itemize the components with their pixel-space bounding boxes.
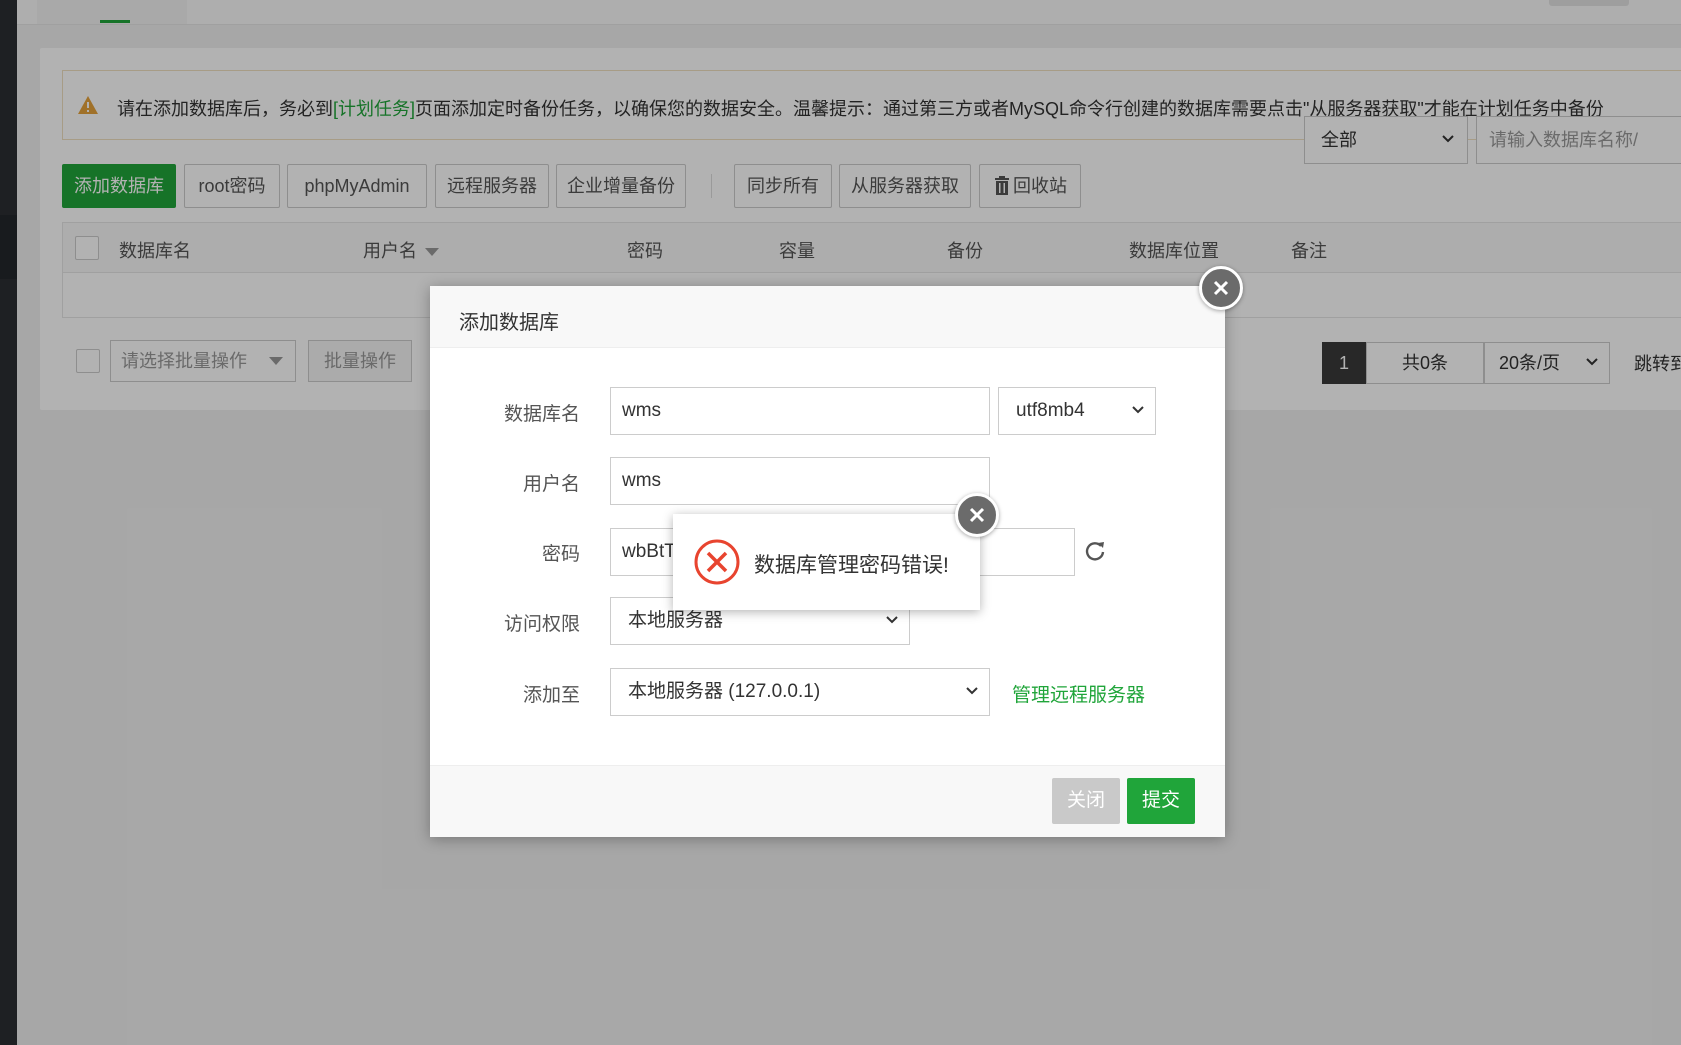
dialog-header: 添加数据库	[430, 286, 1225, 348]
refresh-icon[interactable]	[1084, 540, 1106, 562]
close-button[interactable]: 关闭	[1052, 778, 1120, 824]
access-value: 本地服务器	[628, 610, 724, 631]
error-message: 数据库管理密码错误!	[754, 554, 949, 577]
chevron-down-icon	[966, 687, 978, 695]
db-name-label: 数据库名	[503, 404, 580, 425]
add-to-value: 本地服务器 (127.0.0.1)	[628, 681, 821, 702]
error-toast: 数据库管理密码错误!	[673, 514, 980, 610]
add-to-select[interactable]: 本地服务器 (127.0.0.1)	[610, 668, 990, 716]
password-label: 密码	[541, 544, 580, 565]
error-icon	[694, 539, 740, 585]
toast-close-icon[interactable]	[955, 493, 999, 537]
db-name-input[interactable]: wms	[610, 387, 990, 435]
add-to-label: 添加至	[522, 685, 580, 706]
dialog-title: 添加数据库	[459, 312, 559, 334]
charset-select[interactable]: utf8mb4	[998, 387, 1156, 435]
chevron-down-icon	[1132, 406, 1144, 414]
charset-value: utf8mb4	[1016, 400, 1085, 421]
dialog-footer: 关闭 提交	[430, 765, 1225, 837]
manage-remote-link[interactable]: 管理远程服务器	[1012, 680, 1145, 707]
username-label: 用户名	[522, 474, 580, 495]
submit-button[interactable]: 提交	[1127, 778, 1195, 824]
username-input[interactable]: wms	[610, 457, 990, 505]
dialog-close-icon[interactable]	[1199, 266, 1243, 310]
chevron-down-icon	[886, 616, 898, 624]
access-label: 访问权限	[503, 614, 580, 635]
